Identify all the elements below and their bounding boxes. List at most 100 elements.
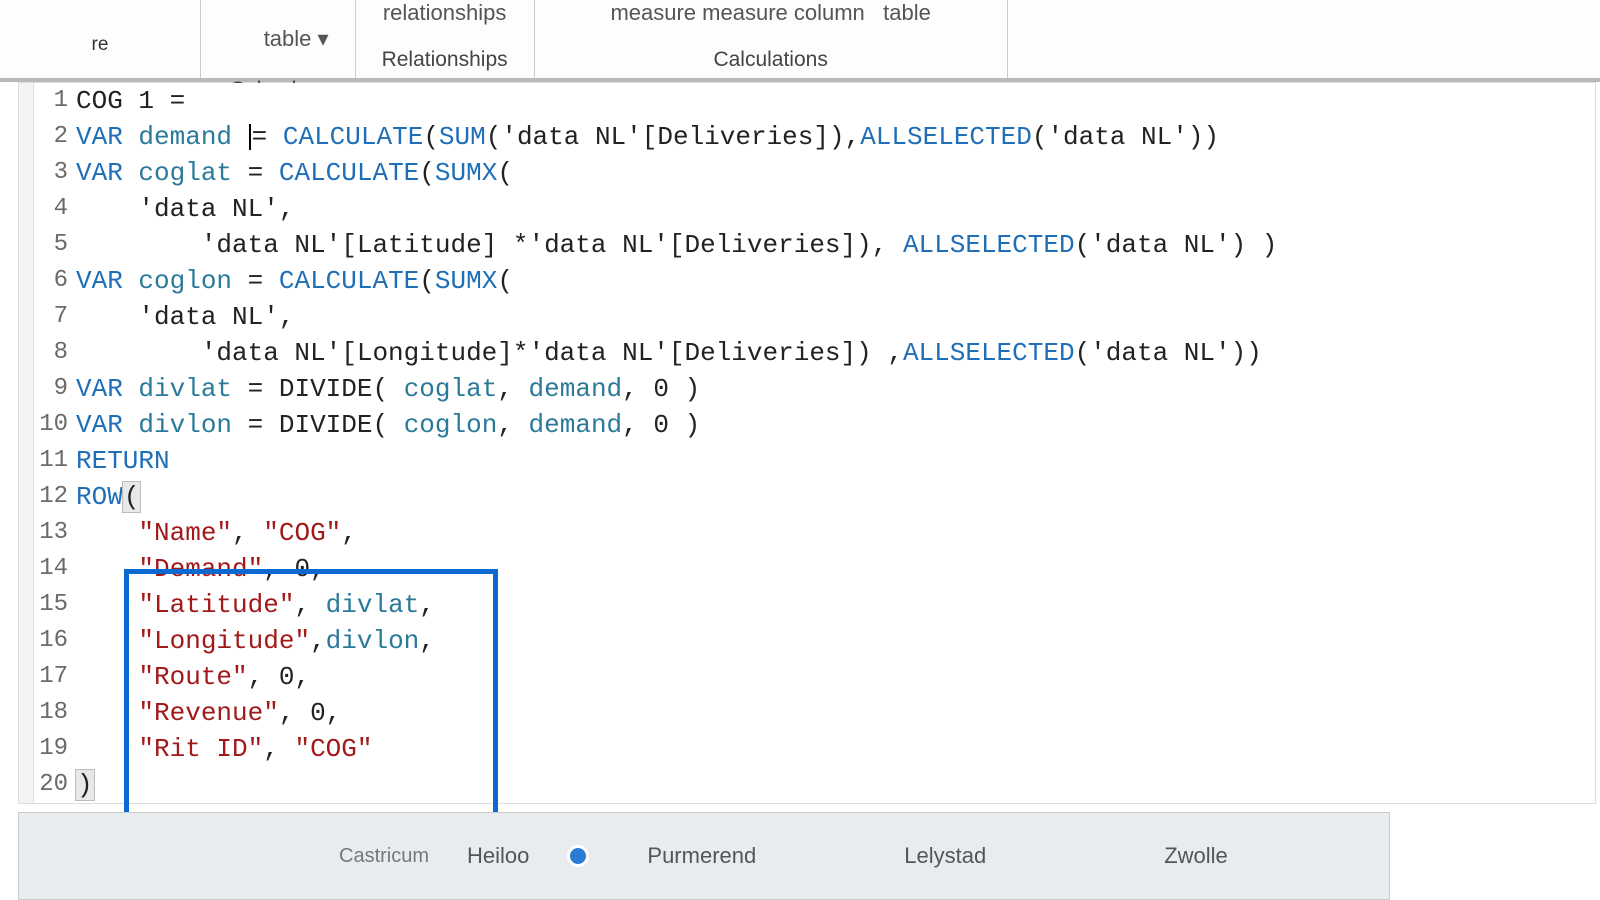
editor-left-rail <box>19 83 34 803</box>
code-token: , <box>263 734 294 764</box>
code-token: divlat <box>326 590 420 620</box>
ribbon-group-calendars[interactable]: table ▾ Calendars <box>201 0 356 78</box>
code-line[interactable]: VAR coglat = CALCULATE(SUMX( <box>76 155 1595 191</box>
code-token: DIVIDE <box>279 374 373 404</box>
code-token: , <box>497 374 528 404</box>
code-token <box>232 122 248 152</box>
code-token: SUMX <box>435 266 497 296</box>
line-number: 16 <box>34 623 68 659</box>
code-token: divlat <box>138 374 232 404</box>
ribbon-group-relationships[interactable]: relationships Relationships <box>356 0 535 78</box>
code-line[interactable]: "Longitude",divlon, <box>76 623 1595 659</box>
code-line[interactable]: ) <box>76 767 1595 803</box>
code-line[interactable]: COG 1 = <box>76 83 1595 119</box>
code-token: , <box>310 626 326 656</box>
code-token: CALCULATE <box>279 158 419 188</box>
code-token: "Demand" <box>138 554 263 584</box>
code-token: 'data NL', <box>76 302 294 332</box>
code-token: 'data NL', <box>76 194 294 224</box>
code-token: COG 1 = <box>76 86 201 116</box>
code-token: ('data NL') ) <box>1075 230 1278 260</box>
line-number: 6 <box>34 263 68 299</box>
code-token <box>76 626 138 656</box>
code-token: ('data NL')) <box>1075 338 1262 368</box>
code-line[interactable]: "Route", 0, <box>76 659 1595 695</box>
code-token: VAR <box>76 410 138 440</box>
map-city-label: Heiloo <box>429 843 567 869</box>
code-line[interactable]: 'data NL'[Latitude] *'data NL'[Deliverie… <box>76 227 1595 263</box>
line-number-gutter: 1234567891011121314151617181920 <box>34 83 76 803</box>
code-token: CALCULATE <box>279 266 419 296</box>
ribbon-button-new-table[interactable]: table ▾ <box>227 0 329 78</box>
code-token: , <box>341 518 357 548</box>
code-token: "Rit ID" <box>138 734 263 764</box>
code-token: ( <box>497 158 513 188</box>
code-token: demand <box>529 374 623 404</box>
code-token <box>76 518 138 548</box>
code-token: ALLSELECTED <box>860 122 1032 152</box>
code-line[interactable]: 'data NL', <box>76 191 1595 227</box>
ribbon-toolbar: re table ▾ Calendars relationships Relat… <box>0 0 1600 82</box>
code-token <box>76 734 138 764</box>
code-token: 'data NL'[Latitude] *'data NL'[Deliverie… <box>76 230 903 260</box>
code-token: = <box>232 158 279 188</box>
code-token: RETURN <box>76 446 170 476</box>
code-token: ALLSELECTED <box>903 338 1075 368</box>
code-token: = <box>232 410 279 440</box>
code-token: "Name" <box>138 518 232 548</box>
code-token: coglat <box>404 374 498 404</box>
code-token: ( <box>372 410 403 440</box>
code-line[interactable]: RETURN <box>76 443 1595 479</box>
ribbon-button-label: table ▾ <box>264 26 329 51</box>
code-token <box>76 554 138 584</box>
code-line[interactable]: "Demand", 0, <box>76 551 1595 587</box>
code-line[interactable]: VAR coglon = CALCULATE(SUMX( <box>76 263 1595 299</box>
text-cursor <box>249 124 251 150</box>
code-line[interactable]: ROW( <box>76 479 1595 515</box>
code-token: ('data NL'[Deliveries]), <box>486 122 860 152</box>
ribbon-group-calculations[interactable]: measure measure column table Calculation… <box>535 0 1008 78</box>
code-line[interactable]: "Rit ID", "COG" <box>76 731 1595 767</box>
code-token: "COG" <box>263 518 341 548</box>
line-number: 18 <box>34 695 68 731</box>
code-token: SUM <box>439 122 486 152</box>
code-token: , <box>294 590 325 620</box>
code-line[interactable]: "Revenue", 0, <box>76 695 1595 731</box>
code-token: demand <box>529 410 623 440</box>
code-token: , 0, <box>248 662 310 692</box>
map-data-point-icon <box>567 845 589 867</box>
code-token: , <box>419 626 435 656</box>
code-line[interactable]: VAR divlat = DIVIDE( coglat, demand, 0 ) <box>76 371 1595 407</box>
ribbon-buttons-calculations[interactable]: measure measure column table <box>610 0 930 26</box>
code-token: ( <box>423 122 439 152</box>
code-line[interactable]: VAR demand = CALCULATE(SUM('data NL'[Del… <box>76 119 1595 155</box>
code-token: ('data NL')) <box>1032 122 1219 152</box>
dax-formula-editor[interactable]: 1234567891011121314151617181920 COG 1 = … <box>18 82 1596 804</box>
line-number: 12 <box>34 479 68 515</box>
code-token: , 0, <box>279 698 341 728</box>
line-number: 1 <box>34 83 68 119</box>
ribbon-stub-text: re <box>92 34 109 56</box>
ribbon-group-label: Calculations <box>713 48 827 78</box>
code-token: = <box>232 266 279 296</box>
line-number: 19 <box>34 731 68 767</box>
line-number: 13 <box>34 515 68 551</box>
code-line[interactable]: "Latitude", divlat, <box>76 587 1595 623</box>
line-number: 7 <box>34 299 68 335</box>
line-number: 3 <box>34 155 68 191</box>
ribbon-button-manage-relationships[interactable]: relationships <box>383 0 507 26</box>
code-line[interactable]: 'data NL', <box>76 299 1595 335</box>
code-line[interactable]: "Name", "COG", <box>76 515 1595 551</box>
code-line[interactable]: VAR divlon = DIVIDE( coglon, demand, 0 ) <box>76 407 1595 443</box>
line-number: 20 <box>34 767 68 803</box>
code-token: demand <box>138 122 232 152</box>
code-token: ( <box>497 266 513 296</box>
line-number: 11 <box>34 443 68 479</box>
code-token: "Route" <box>138 662 247 692</box>
code-area[interactable]: COG 1 = VAR demand = CALCULATE(SUM('data… <box>76 83 1595 803</box>
code-token <box>76 698 138 728</box>
code-line[interactable]: 'data NL'[Longitude]*'data NL'[Deliverie… <box>76 335 1595 371</box>
code-token: "Latitude" <box>138 590 294 620</box>
map-visual[interactable]: Castricum Heiloo Purmerend Lelystad Zwol… <box>18 812 1390 900</box>
code-token: SUMX <box>435 158 497 188</box>
